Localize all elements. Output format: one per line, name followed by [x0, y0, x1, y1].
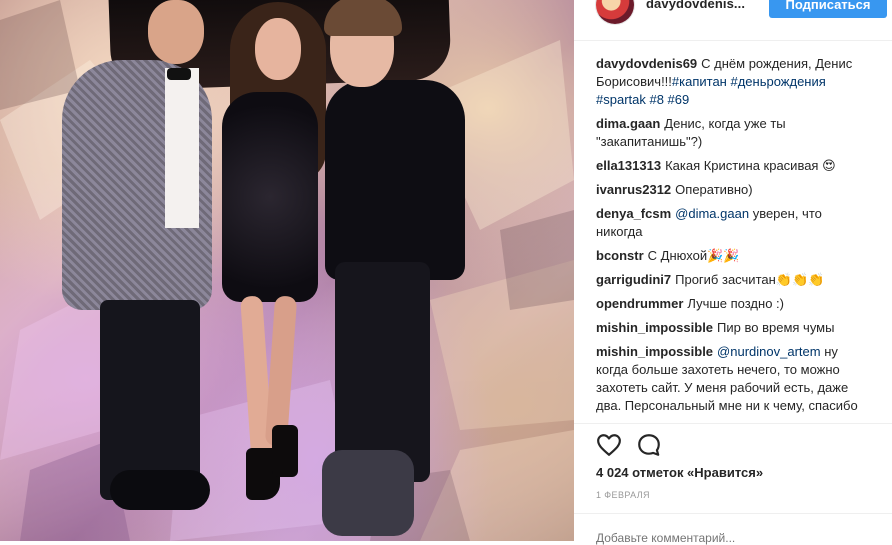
- avatar[interactable]: [596, 0, 634, 24]
- bow-tie: [167, 68, 191, 80]
- post-sidebar: davydovdenis... Подписаться davydovdenis…: [574, 0, 892, 545]
- comment-text: С Днюхой🎉🎉: [647, 248, 740, 263]
- comment-username[interactable]: garrigudini7: [596, 272, 671, 287]
- header-username[interactable]: davydovdenis...: [646, 0, 745, 11]
- comment-item: bconstr С Днюхой🎉🎉: [596, 247, 870, 265]
- comment-mention[interactable]: @dima.gaan: [675, 206, 749, 221]
- comment-username[interactable]: dima.gaan: [596, 116, 660, 131]
- comment-text: Оперативно): [675, 182, 753, 197]
- person-middle-shoe: [272, 425, 298, 477]
- person-left-shirt: [165, 68, 199, 228]
- comment-item: garrigudini7 Прогиб засчитан👏👏👏: [596, 271, 870, 289]
- add-comment-input[interactable]: [596, 531, 856, 545]
- comment-mention[interactable]: @nurdinov_artem: [717, 344, 821, 359]
- comment-username[interactable]: ivanrus2312: [596, 182, 671, 197]
- comment-username[interactable]: ella131313: [596, 158, 661, 173]
- post-header: davydovdenis... Подписаться: [574, 0, 892, 26]
- person-left-head: [148, 0, 204, 64]
- speech-bubble-icon[interactable]: [636, 432, 662, 458]
- comment-item: denya_fcsm @dima.gaan уверен, что никогда: [596, 205, 870, 241]
- comment-text: Прогиб засчитан👏👏👏: [675, 272, 825, 287]
- comment-divider: [574, 513, 892, 514]
- likes-count[interactable]: 4 024 отметок «Нравится»: [596, 465, 763, 480]
- heart-icon[interactable]: [596, 432, 622, 458]
- comment-text: Какая Кристина красивая 😍: [665, 158, 836, 173]
- comments-list[interactable]: davydovdenis69 С днём рождения, Денис Бор…: [596, 55, 870, 427]
- person-right-sneakers: [322, 450, 414, 536]
- actions-divider: [574, 423, 892, 424]
- caption: davydovdenis69 С днём рождения, Денис Бор…: [596, 55, 870, 109]
- comment-item: opendrummer Лучше поздно :): [596, 295, 870, 313]
- comment-username[interactable]: mishin_impossible: [596, 344, 713, 359]
- comment-username[interactable]: bconstr: [596, 248, 644, 263]
- person-right-sweater: [325, 80, 465, 280]
- person-right-hair: [324, 0, 402, 36]
- comment-item: ivanrus2312 Оперативно): [596, 181, 870, 199]
- post-date: 1 ФЕВРАЛЯ: [596, 490, 650, 500]
- header-divider: [574, 40, 892, 41]
- caption-username[interactable]: davydovdenis69: [596, 56, 697, 71]
- person-left-shoes: [110, 470, 210, 510]
- comment-text: Пир во время чумы: [717, 320, 835, 335]
- comment-item: mishin_impossible Пир во время чумы: [596, 319, 870, 337]
- follow-button[interactable]: Подписаться: [769, 0, 887, 18]
- person-middle-face: [255, 18, 301, 80]
- comment-item: dima.gaan Денис, когда уже ты "закапитани…: [596, 115, 870, 151]
- comment-item: ella131313 Какая Кристина красивая 😍: [596, 157, 870, 175]
- comment-text: Лучше поздно :): [687, 296, 784, 311]
- comment-username[interactable]: denya_fcsm: [596, 206, 671, 221]
- action-bar: [596, 432, 676, 460]
- person-middle-dress: [222, 92, 318, 302]
- post-photo[interactable]: [0, 0, 574, 541]
- comment-item: mishin_impossible @nurdinov_artem ну когд…: [596, 343, 870, 415]
- comment-username[interactable]: mishin_impossible: [596, 320, 713, 335]
- person-right-jeans: [335, 262, 430, 482]
- comment-username[interactable]: opendrummer: [596, 296, 683, 311]
